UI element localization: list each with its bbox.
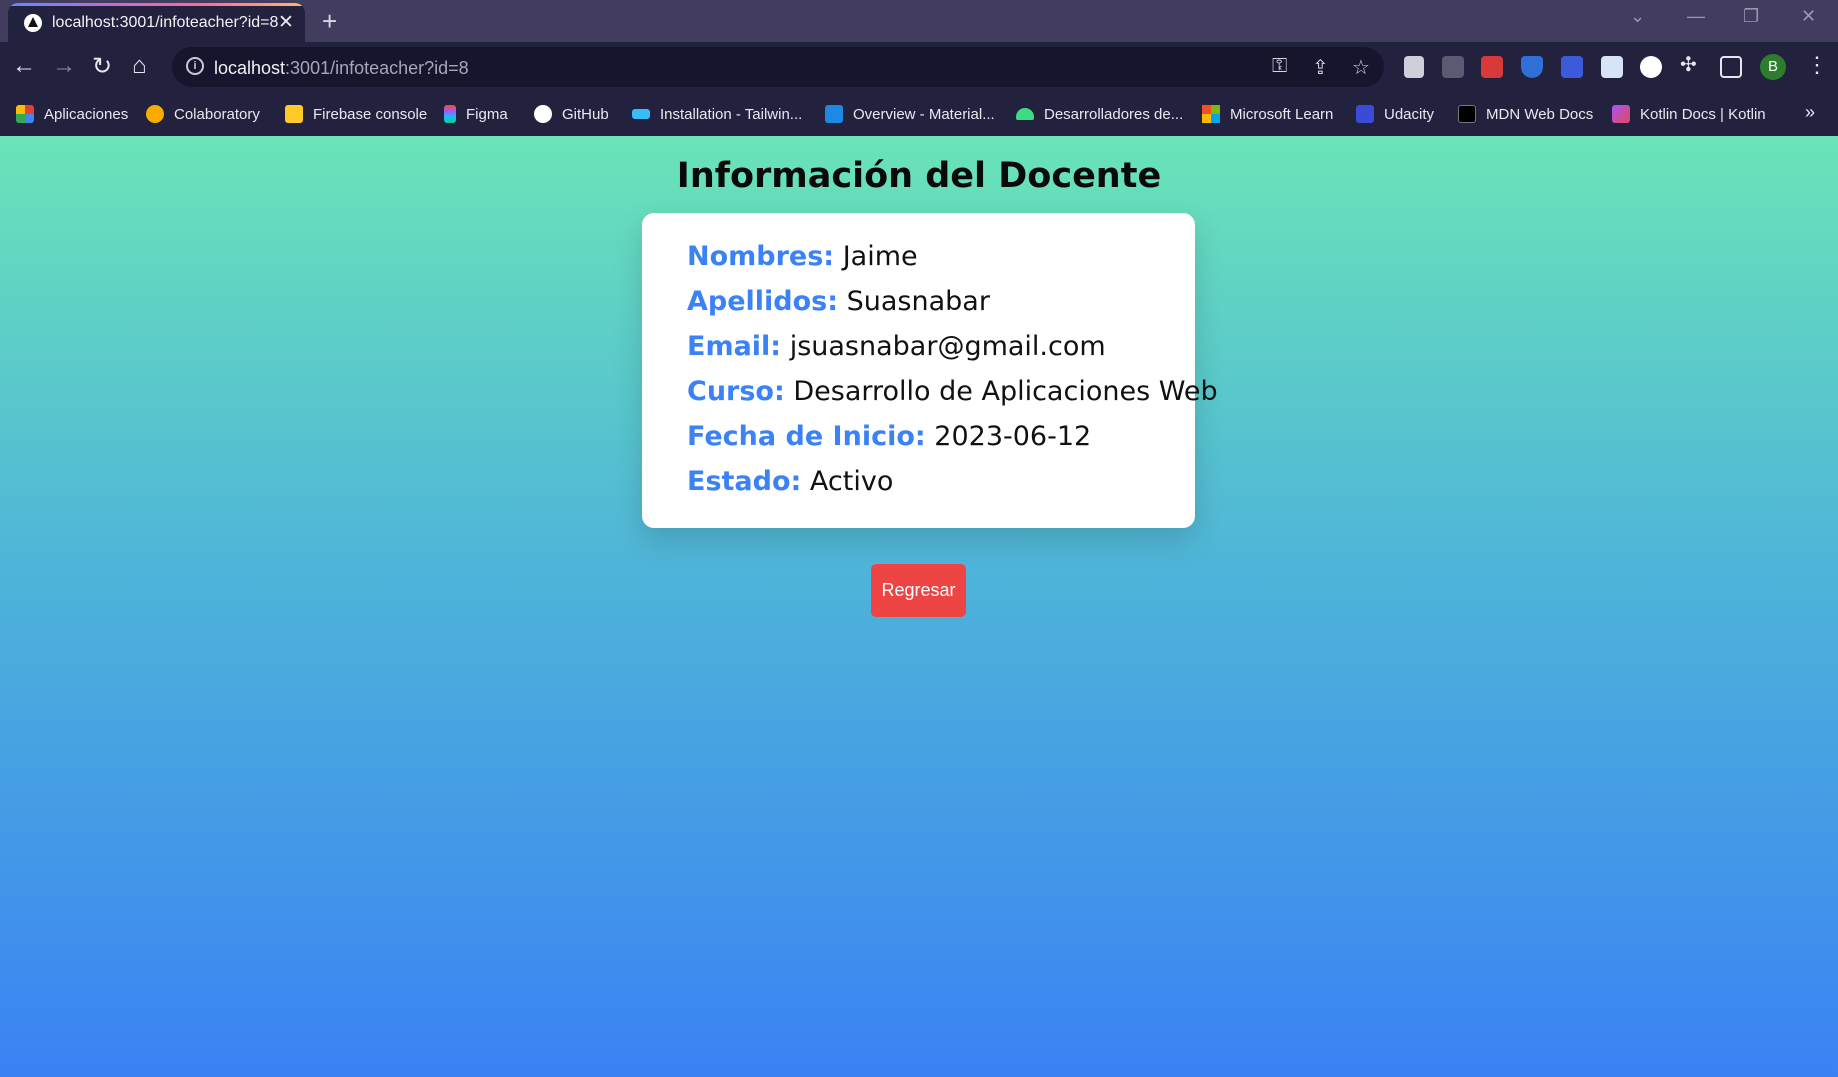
- github-icon: [534, 105, 552, 123]
- android-icon: [1016, 108, 1034, 120]
- field-value: 2023-06-12: [934, 421, 1092, 452]
- browser-menu-icon[interactable]: ⋮: [1806, 52, 1828, 78]
- field-label: Estado:: [687, 466, 802, 497]
- figma-icon: [444, 105, 456, 123]
- field-estado: Estado: Activo: [687, 466, 1195, 511]
- bookmark-github[interactable]: GitHub: [534, 103, 609, 125]
- firebase-icon: [285, 105, 303, 123]
- microsoft-icon: [1202, 105, 1220, 123]
- bookmark-figma[interactable]: Figma: [444, 103, 508, 125]
- field-value: Suasnabar: [846, 286, 990, 317]
- apps-grid-icon: [16, 105, 34, 123]
- field-label: Fecha de Inicio:: [687, 421, 926, 452]
- colab-icon: [146, 105, 164, 123]
- field-curso: Curso: Desarrollo de Aplicaciones Web: [687, 376, 1218, 421]
- kotlin-icon: [1612, 105, 1630, 123]
- field-value: Activo: [809, 466, 894, 497]
- bookmark-mdn[interactable]: MDN Web Docs: [1458, 103, 1593, 125]
- field-label: Nombres:: [687, 241, 835, 272]
- browser-tab-active[interactable]: localhost:3001/infoteacher?id=8 ✕: [8, 3, 305, 42]
- browser-toolbar: ← → ↻ ⌂ i localhost:3001/infoteacher?id=…: [0, 42, 1838, 92]
- tab-close-icon[interactable]: ✕: [278, 11, 294, 34]
- extension-circle-icon[interactable]: [1640, 56, 1662, 78]
- page-viewport: Información del Docente Nombres: Jaime A…: [0, 136, 1838, 1077]
- bookmark-material-ui[interactable]: Overview - Material...: [825, 103, 995, 125]
- bookmark-star-icon[interactable]: ☆: [1352, 55, 1370, 80]
- site-info-icon[interactable]: i: [186, 57, 204, 75]
- home-icon[interactable]: ⌂: [132, 52, 147, 80]
- extension-m-icon[interactable]: [1561, 56, 1583, 78]
- material-ui-icon: [825, 105, 843, 123]
- bookmarks-bar: Aplicaciones Colaboratory Firebase conso…: [0, 92, 1838, 136]
- field-label: Apellidos:: [687, 286, 839, 317]
- field-label: Email:: [687, 331, 782, 362]
- extension-red-icon[interactable]: [1481, 56, 1503, 78]
- field-nombres: Nombres: Jaime: [687, 241, 1195, 286]
- field-value: Jaime: [842, 241, 918, 272]
- tab-title: localhost:3001/infoteacher?id=8: [52, 14, 279, 31]
- field-value: Desarrollo de Aplicaciones Web: [793, 376, 1218, 407]
- extension-pen-icon[interactable]: [1404, 56, 1424, 78]
- reload-icon[interactable]: ↻: [92, 52, 112, 81]
- bookmark-microsoft-learn[interactable]: Microsoft Learn: [1202, 103, 1333, 125]
- field-fecha-inicio: Fecha de Inicio: 2023-06-12: [687, 421, 1195, 466]
- mdn-icon: [1458, 105, 1476, 123]
- profile-avatar[interactable]: B: [1760, 54, 1786, 80]
- teacher-info-card: Nombres: Jaime Apellidos: Suasnabar Emai…: [642, 213, 1218, 528]
- udacity-icon: [1356, 105, 1374, 123]
- new-tab-button[interactable]: +: [322, 6, 337, 37]
- url-text[interactable]: localhost:3001/infoteacher?id=8: [214, 58, 469, 79]
- tab-search-chevron-icon[interactable]: ⌄: [1630, 6, 1645, 27]
- minimize-button[interactable]: —: [1687, 6, 1705, 27]
- extension-shield-icon[interactable]: [1521, 56, 1543, 78]
- tab-accent-bar: [8, 3, 305, 6]
- bookmark-firebase[interactable]: Firebase console: [285, 103, 427, 125]
- bookmark-colaboratory[interactable]: Colaboratory: [146, 103, 260, 125]
- field-value: jsuasnabar@gmail.com: [789, 331, 1106, 362]
- bookmark-aplicaciones[interactable]: Aplicaciones: [16, 103, 128, 125]
- back-arrow-icon[interactable]: ←: [12, 52, 36, 80]
- bookmark-kotlin[interactable]: Kotlin Docs | Kotlin: [1612, 103, 1766, 125]
- nextjs-favicon-icon: [24, 14, 42, 32]
- extensions-puzzle-icon[interactable]: ✣: [1680, 52, 1697, 77]
- bookmark-udacity[interactable]: Udacity: [1356, 103, 1434, 125]
- field-apellidos: Apellidos: Suasnabar: [687, 286, 1195, 331]
- regresar-button[interactable]: Regresar: [871, 564, 966, 617]
- bookmark-tailwind[interactable]: Installation - Tailwin...: [632, 103, 802, 125]
- forward-arrow-icon[interactable]: →: [52, 52, 76, 80]
- tailwind-icon: [632, 109, 650, 119]
- password-key-icon[interactable]: ⚿: [1272, 55, 1287, 78]
- address-bar[interactable]: i localhost:3001/infoteacher?id=8 ⚿ ⇪ ☆: [172, 47, 1384, 87]
- field-email: Email: jsuasnabar@gmail.com: [687, 331, 1195, 376]
- tab-strip: localhost:3001/infoteacher?id=8 ✕ + ⌄ — …: [0, 0, 1838, 42]
- close-window-button[interactable]: ✕: [1801, 6, 1816, 27]
- side-panel-icon[interactable]: [1720, 56, 1742, 78]
- share-icon[interactable]: ⇪: [1312, 55, 1329, 80]
- extension-upload-icon[interactable]: [1601, 56, 1623, 78]
- field-label: Curso:: [687, 376, 785, 407]
- restore-button[interactable]: ❐: [1743, 6, 1759, 27]
- bookmarks-overflow-icon[interactable]: »: [1805, 102, 1815, 123]
- extension-recycle-icon[interactable]: [1442, 56, 1464, 78]
- page-title: Información del Docente: [676, 156, 1162, 196]
- bookmark-android-dev[interactable]: Desarrolladores de...: [1016, 103, 1183, 125]
